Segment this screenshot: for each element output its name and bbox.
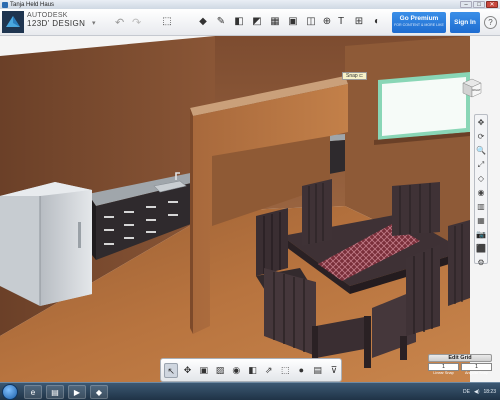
linear-snap-label: Linear Snap <box>433 371 454 375</box>
measure-icon[interactable]: ⊕ <box>320 15 334 29</box>
sketch-icon[interactable]: ✎ <box>214 15 228 29</box>
maximize-button[interactable]: □ <box>473 1 485 8</box>
ie-icon[interactable]: e <box>24 385 42 399</box>
fridge-handle[interactable] <box>78 222 81 248</box>
system-tray: DE ◀) 18:23 <box>463 383 496 400</box>
app-menu-button[interactable] <box>2 11 24 33</box>
os-taskbar: e ▤ ▶ ◆ DE ◀) 18:23 <box>0 382 500 400</box>
clock[interactable]: 18:23 <box>483 389 496 395</box>
grid-icon[interactable]: ▦ <box>475 215 487 227</box>
language-indicator[interactable]: DE <box>463 389 470 395</box>
room-3d-scene[interactable] <box>0 36 500 382</box>
snap-tooltip: Snap ⊏ <box>342 72 368 80</box>
transform-icon[interactable]: ⬚ <box>160 15 174 29</box>
minimize-button[interactable]: – <box>460 1 472 8</box>
select-icon[interactable]: ↖ <box>164 362 179 378</box>
viewcube-icon[interactable]: RIGHT <box>462 78 482 98</box>
navigation-bar: ✥ ⟳ 🔍 ⤢ ◇ ◉ ▥ ▦ 📷 ⬛ ⚙ <box>474 114 488 267</box>
window-controls: – □ ✕ <box>460 1 498 8</box>
smart-tool-icon[interactable]: ▨ <box>213 363 227 378</box>
window-title-text: Tanja Held Haus <box>10 1 55 8</box>
app-menu-arrow[interactable]: ▾ <box>92 19 96 27</box>
main-toolbar: AUTODESK 123D' DESIGN ▾ ↶ ↷ ⬚ ◆ ✎ ◧ ◩ ▦ ▣ ◫ ⊕ T ⊞ ◐… <box>0 9 500 36</box>
snap-icon[interactable]: ⊞ <box>352 15 366 29</box>
edit-grid-panel: Edit Grid 1 1 Linear Snap Angular Snap <box>428 354 492 380</box>
layers-icon[interactable]: ◧ <box>245 363 259 378</box>
clock-time: 18:23 <box>483 389 496 395</box>
materials-icon[interactable]: ▥ <box>475 201 487 213</box>
go-premium-button[interactable]: Go Premium FOR CONTENT & MORE LIKE <box>392 12 446 33</box>
window-glass <box>382 77 466 136</box>
material-icon[interactable]: ◐ <box>370 15 384 29</box>
partition-side <box>190 108 193 334</box>
fridge-door[interactable] <box>40 190 92 306</box>
eye-icon[interactable]: ◉ <box>475 187 487 199</box>
undo-button[interactable]: ↶ <box>115 16 124 29</box>
design-viewport[interactable]: Snap ⊏ RIGHT ✥ ⟳ 🔍 ⤢ ◇ ◉ ▥ ▦ 📷 ⬛ ⚙ <box>0 36 500 382</box>
viewcube-label: RIGHT <box>472 88 480 92</box>
go-premium-sublabel: FOR CONTENT & MORE LIKE <box>394 23 444 27</box>
chair-back-1[interactable] <box>302 179 332 246</box>
volume-icon[interactable]: ◀) <box>474 389 480 395</box>
bottom-toolbar: ↖ ✥ ▣ ▨ ◉ ◧ ⇗ ⬚ ● ▤ ⊽ <box>160 358 342 382</box>
chair-back-2[interactable] <box>392 182 440 236</box>
window-title: Tanja Held Haus <box>2 1 55 8</box>
display-icon[interactable]: ▤ <box>310 363 324 378</box>
text-icon[interactable]: T <box>334 15 348 29</box>
combine-icon[interactable]: ◫ <box>304 15 318 29</box>
brand-company: AUTODESK <box>27 12 68 19</box>
zoom-icon[interactable]: 🔍 <box>475 145 487 157</box>
explorer-icon[interactable]: ▤ <box>46 385 64 399</box>
pan-icon[interactable]: ✥ <box>475 117 487 129</box>
camera-icon[interactable]: ⬛ <box>475 243 487 255</box>
redo-button[interactable]: ↷ <box>132 16 141 29</box>
filter-icon[interactable]: ⊽ <box>327 363 341 378</box>
window-titlebar: Tanja Held Haus – □ ✕ <box>0 0 500 9</box>
autodesk-logo-icon <box>2 11 24 33</box>
app-icon <box>2 1 8 8</box>
linear-snap-input[interactable]: 1 <box>428 363 459 371</box>
modify-icon[interactable]: ◩ <box>250 15 264 29</box>
app-icon[interactable]: ◆ <box>90 385 108 399</box>
brand: AUTODESK 123D' DESIGN <box>27 12 85 28</box>
move-icon[interactable]: ✥ <box>180 363 194 378</box>
edit-grid-button[interactable]: Edit Grid <box>428 354 492 362</box>
orbit-icon[interactable]: ⟳ <box>475 131 487 143</box>
start-button[interactable] <box>2 384 18 400</box>
settings-icon[interactable]: ⚙ <box>475 257 487 269</box>
fit-icon[interactable]: ⤢ <box>475 159 487 171</box>
screenshot-icon[interactable]: 📷 <box>475 229 487 241</box>
sign-in-button[interactable]: Sign In <box>450 12 480 33</box>
view-icon[interactable]: ◇ <box>475 173 487 185</box>
help-button[interactable]: ? <box>484 16 497 29</box>
pattern-icon[interactable]: ▦ <box>268 15 282 29</box>
go-premium-label: Go Premium <box>399 15 439 22</box>
visibility-icon[interactable]: ◉ <box>229 363 243 378</box>
snapshot-icon[interactable]: ⬚ <box>278 363 292 378</box>
chair-right[interactable] <box>448 220 470 306</box>
construct-icon[interactable]: ◧ <box>232 15 246 29</box>
media-icon[interactable]: ▶ <box>68 385 86 399</box>
angular-snap-label: Angular Snap <box>464 371 488 375</box>
primitives-icon[interactable]: ◆ <box>196 15 210 29</box>
material-icon[interactable]: ● <box>294 363 308 378</box>
box-select-icon[interactable]: ▣ <box>197 363 211 378</box>
angular-snap-input[interactable]: 1 <box>461 363 492 371</box>
close-button[interactable]: ✕ <box>486 1 498 8</box>
brand-product: 123D' DESIGN <box>27 19 86 28</box>
grouping-icon[interactable]: ▣ <box>286 15 300 29</box>
export-icon[interactable]: ⇗ <box>262 363 276 378</box>
